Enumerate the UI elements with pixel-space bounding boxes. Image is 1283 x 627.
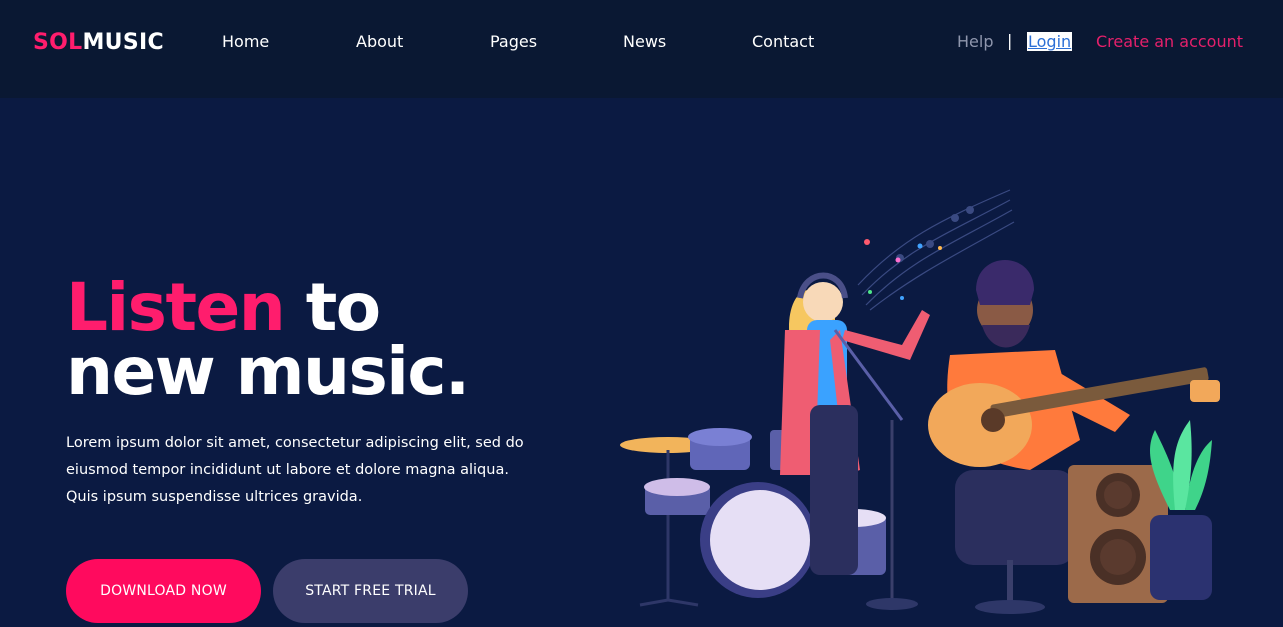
help-link[interactable]: Help — [957, 32, 993, 51]
nav-pages[interactable]: Pages — [490, 32, 537, 51]
download-now-button[interactable]: DOWNLOAD NOW — [66, 559, 261, 623]
hero-title-line-2: new music. — [66, 333, 470, 410]
create-account-link[interactable]: Create an account — [1096, 32, 1243, 51]
login-link[interactable]: Login — [1027, 32, 1073, 51]
nav-contact[interactable]: Contact — [752, 32, 814, 51]
nav-about[interactable]: About — [356, 32, 403, 51]
start-free-trial-button[interactable]: START FREE TRIAL — [273, 559, 468, 623]
logo-part-music: MUSIC — [82, 30, 164, 55]
logo-part-sol: SOL — [33, 30, 83, 55]
hero-description: Lorem ipsum dolor sit amet, consectetur … — [66, 435, 524, 505]
hero-title: Listen to new music. — [66, 275, 470, 405]
site-logo[interactable]: SOLMUSIC — [33, 30, 164, 55]
band-illustration-icon — [620, 189, 1220, 614]
nav-home[interactable]: Home — [222, 32, 269, 51]
nav-separator: | — [1007, 31, 1013, 50]
nav-news[interactable]: News — [623, 32, 666, 51]
top-navigation-bar: SOLMUSIC Home About Pages News Contact H… — [0, 0, 1283, 98]
